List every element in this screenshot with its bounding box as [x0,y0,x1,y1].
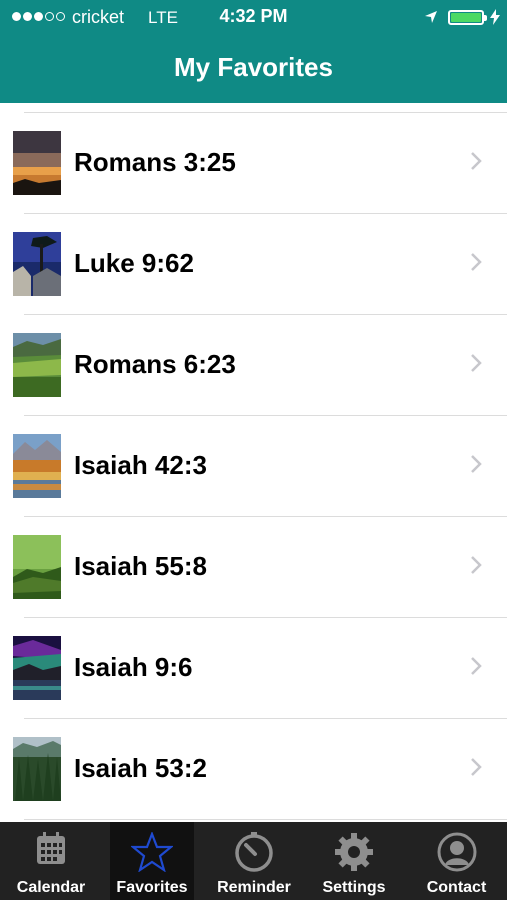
tab-label: Contact [426,879,487,896]
favorites-list[interactable]: Romans 3:25 Luke 9:62 Romans 6:23 Isaiah… [0,103,507,822]
tab-favorites[interactable]: Favorites [110,822,194,900]
star-icon [131,832,173,872]
chevron-right-icon [471,758,482,776]
favorite-label: Isaiah 53:2 [74,753,207,783]
chevron-right-icon [471,556,482,574]
favorite-row[interactable]: Romans 6:23 [0,315,507,416]
favorite-thumbnail [13,535,61,599]
gear-icon [335,833,373,871]
timer-icon [235,832,273,872]
favorite-thumbnail [13,737,61,801]
person-icon [437,832,476,872]
favorite-label: Isaiah 42:3 [74,450,207,480]
favorite-label: Romans 3:25 [74,147,236,177]
calendar-icon [37,832,65,864]
favorite-thumbnail [13,434,61,498]
favorite-row[interactable]: Isaiah 9:6 [0,618,507,719]
status-bar: cricket LTE 4:32 PM [0,0,507,34]
chevron-right-icon [471,657,482,675]
chevron-right-icon [471,253,482,271]
tab-label: Settings [322,879,386,896]
chevron-right-icon [471,354,482,372]
favorite-thumbnail [13,232,61,296]
favorite-thumbnail [13,636,61,700]
favorite-row[interactable]: Isaiah 55:8 [0,517,507,618]
tab-contact[interactable]: Contact [406,822,507,900]
tab-settings[interactable]: Settings [304,822,404,900]
location-arrow-icon [425,11,437,23]
tab-label: Calendar [16,879,86,896]
favorite-label: Isaiah 55:8 [74,551,207,581]
charging-bolt-icon [490,9,500,25]
chevron-right-icon [471,455,482,473]
tab-label: Reminder [217,879,291,896]
favorite-label: Luke 9:62 [74,248,194,278]
favorite-row[interactable]: Romans 3:25 [0,113,507,214]
tab-bar: Calendar Favorites Reminder Settings Con… [0,822,507,900]
favorite-row[interactable]: Isaiah 53:2 [0,719,507,820]
favorite-label: Romans 6:23 [74,349,236,379]
favorite-row[interactable]: Luke 9:62 [0,214,507,315]
header: cricket LTE 4:32 PM My Favorites [0,0,507,103]
tab-label: Favorites [116,879,188,896]
chevron-right-icon [471,152,482,170]
favorite-thumbnail [13,131,61,195]
page-title: My Favorites [174,52,333,82]
tab-reminder[interactable]: Reminder [204,822,304,900]
battery-icon [448,10,487,25]
favorite-label: Isaiah 9:6 [74,652,193,682]
favorite-thumbnail [13,333,61,397]
tab-calendar[interactable]: Calendar [0,822,102,900]
divider [24,819,507,820]
favorite-row[interactable]: Isaiah 42:3 [0,416,507,517]
